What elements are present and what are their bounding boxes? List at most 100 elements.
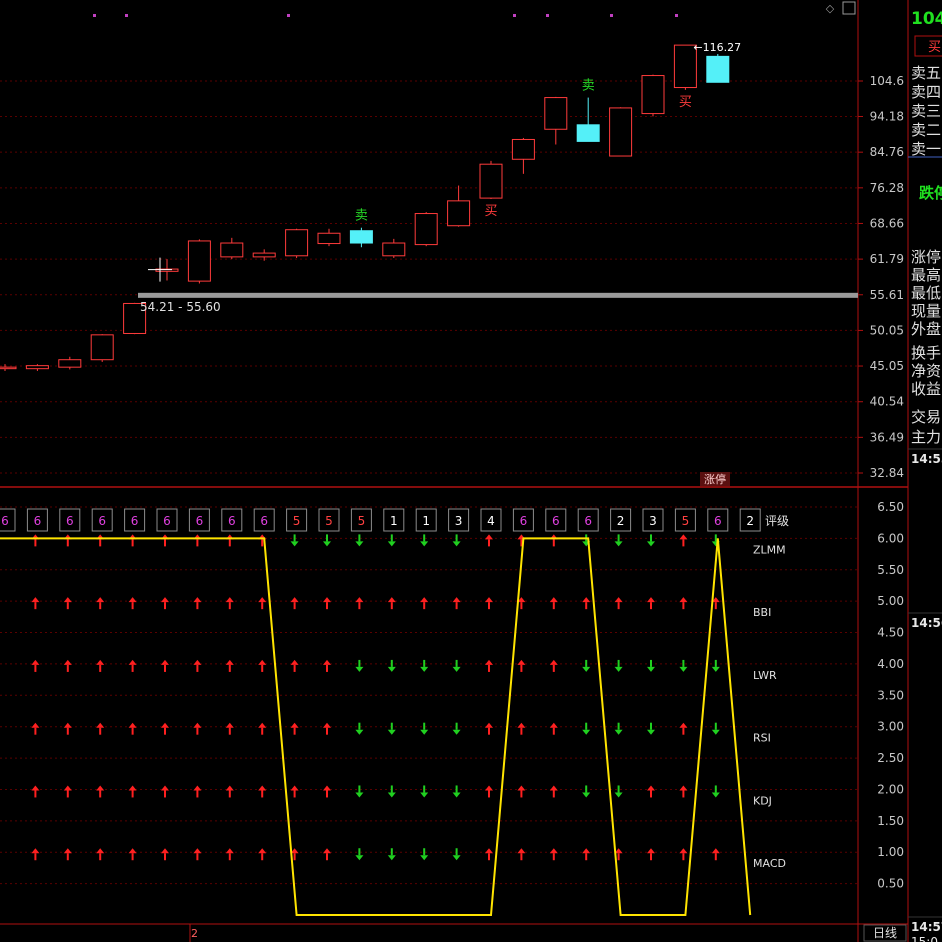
arrow-head <box>258 722 267 728</box>
candle-body[interactable] <box>382 242 406 257</box>
event-marker <box>675 14 678 17</box>
rating-value: 6 <box>34 514 42 528</box>
candle-body[interactable] <box>641 75 665 115</box>
sell-level-label: 卖二 <box>911 121 941 139</box>
up-arrow-icon <box>31 722 40 735</box>
down-arrow-icon <box>355 534 364 547</box>
arrow-head <box>452 855 461 861</box>
up-arrow-icon <box>420 597 429 610</box>
up-arrow-icon <box>96 848 105 861</box>
high-price-label: ←116.27 <box>693 41 741 54</box>
candle-body[interactable] <box>90 334 114 361</box>
candle-body[interactable] <box>25 365 49 370</box>
up-arrow-icon <box>193 659 202 672</box>
limit-up-tag: 涨停 <box>700 472 730 486</box>
candle-body[interactable] <box>349 230 373 244</box>
event-marker <box>125 14 128 17</box>
down-arrow-icon <box>420 534 429 547</box>
up-arrow-icon <box>258 597 267 610</box>
up-arrow-icon <box>485 785 493 798</box>
arrow-head <box>225 722 234 728</box>
candle-body[interactable] <box>187 240 211 282</box>
indicator-tick-label: 3.50 <box>877 688 904 702</box>
candle-body[interactable] <box>414 213 438 246</box>
up-arrow-icon <box>225 722 234 735</box>
up-arrow-icon <box>128 722 137 735</box>
candle-body[interactable] <box>447 200 471 227</box>
arrow-head <box>614 792 623 798</box>
rating-value: 6 <box>714 514 722 528</box>
candle-body[interactable] <box>252 252 276 258</box>
arrow-head <box>63 597 72 603</box>
candle-body[interactable] <box>285 229 309 257</box>
candle-body[interactable] <box>576 124 600 142</box>
arrow-head <box>31 785 40 791</box>
up-arrow-icon <box>193 597 202 610</box>
arrow-head <box>225 785 234 791</box>
rating-label: 评级 <box>765 514 789 528</box>
up-arrow-icon <box>323 722 331 735</box>
arrow-head <box>614 597 623 603</box>
candle-body[interactable] <box>511 138 535 160</box>
buy-signal-label: 买 <box>679 95 692 110</box>
down-arrow-icon <box>647 659 655 672</box>
up-arrow-icon <box>225 597 234 610</box>
down-arrow-icon <box>582 659 591 672</box>
down-arrow-icon <box>614 785 623 798</box>
arrow-head <box>582 729 591 735</box>
buy-button[interactable]: 买 <box>914 35 942 57</box>
down-arrow-icon <box>355 659 364 672</box>
diamond-icon[interactable]: ◇ <box>826 2 835 15</box>
down-arrow-icon <box>614 534 623 547</box>
indicator-name-bbi: BBI <box>753 606 771 619</box>
arrow-head <box>161 848 169 854</box>
up-arrow-icon <box>258 785 267 798</box>
down-arrow-icon <box>582 785 591 798</box>
up-arrow-icon <box>63 722 72 735</box>
stat-label: 主力 <box>911 428 941 446</box>
up-arrow-icon <box>582 597 591 610</box>
arrow-head <box>258 597 267 603</box>
up-arrow-icon <box>549 722 558 735</box>
arrow-head <box>323 541 331 547</box>
arrow-head <box>387 855 396 861</box>
arrow-head <box>31 659 40 665</box>
stat-label: 外盘 <box>911 320 941 338</box>
indicator-tick-label: 5.00 <box>877 594 904 608</box>
down-arrow-icon <box>452 722 461 735</box>
candle-body[interactable] <box>220 242 244 258</box>
down-arrow-icon <box>355 785 364 798</box>
arrow-head <box>161 597 169 603</box>
arrow-head <box>161 785 169 791</box>
window-toggle-icon[interactable] <box>842 1 856 15</box>
up-arrow-icon <box>128 597 137 610</box>
up-arrow-icon <box>258 848 267 861</box>
down-arrow-icon <box>420 659 429 672</box>
up-arrow-icon <box>290 785 299 798</box>
up-arrow-icon <box>63 534 72 547</box>
indicator-tick-label: 5.50 <box>877 563 904 577</box>
period-selector[interactable]: 日线 <box>863 924 907 942</box>
arrow-head <box>193 597 202 603</box>
up-arrow-icon <box>193 848 202 861</box>
up-arrow-icon <box>193 785 202 798</box>
bottom-bar: 2 日线 <box>189 924 907 942</box>
arrow-head <box>355 729 364 735</box>
candle-body[interactable] <box>544 97 568 130</box>
candle-body[interactable] <box>479 163 503 199</box>
candle-body[interactable] <box>706 55 730 83</box>
rating-row: 6 6 6 6 6 6 6 6 6 5 5 5 1 1 3 4 6 6 6 2 3 5 6 2 评级 <box>0 508 789 532</box>
candle-body[interactable] <box>58 359 82 368</box>
sell-signal-label: 卖 <box>582 79 595 94</box>
candle-body[interactable] <box>609 107 633 157</box>
candle-body[interactable] <box>317 232 341 245</box>
up-arrow-icon <box>679 597 688 610</box>
arrow-head <box>420 729 429 735</box>
down-arrow-icon <box>452 534 461 547</box>
up-arrow-icon <box>258 722 267 735</box>
arrow-head <box>614 729 623 735</box>
candle-body[interactable] <box>0 366 17 370</box>
arrow-head <box>63 722 72 728</box>
event-marker <box>93 14 96 17</box>
arrow-head <box>323 848 331 854</box>
